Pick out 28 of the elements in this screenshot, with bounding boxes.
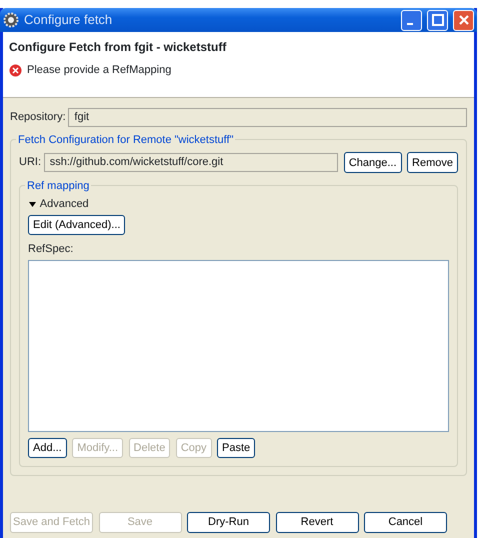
close-button[interactable] <box>453 10 474 30</box>
uri-field: ssh://github.com/wicketstuff/core.git <box>44 153 338 172</box>
minimize-icon <box>406 23 412 25</box>
window-title: Configure fetch <box>24 11 114 30</box>
maximize-icon <box>432 14 444 26</box>
repository-field: fgit <box>68 108 467 127</box>
button[interactable]: Add... <box>28 438 67 458</box>
gear-icon <box>3 12 19 28</box>
field-label: Repository: <box>10 110 66 126</box>
group-title: Fetch Configuration for Remote "wicketstuff" <box>16 132 236 148</box>
dialog-heading: Configure Fetch from fgit - wicketstuff <box>9 39 228 56</box>
minimize-button[interactable] <box>401 10 422 30</box>
button[interactable]: Remove <box>407 152 458 173</box>
button[interactable]: Paste <box>217 438 256 458</box>
field-label: URI: <box>19 155 41 170</box>
edit-button[interactable]: Edit (Advanced)... <box>28 215 126 236</box>
maximize-button[interactable] <box>427 10 448 30</box>
error-icon <box>9 64 22 77</box>
field-label: RefSpec: <box>28 242 74 257</box>
button[interactable]: Dry-Run <box>187 512 270 532</box>
group-title: Ref mapping <box>25 178 92 194</box>
button[interactable]: Change... <box>344 152 402 173</box>
error-message: Please provide a RefMapping <box>27 63 172 78</box>
close-icon <box>458 14 470 26</box>
section-toggle[interactable]: Advanced <box>40 196 89 212</box>
expanded-triangle-icon[interactable] <box>28 200 37 209</box>
button[interactable]: Cancel <box>364 512 447 532</box>
button[interactable]: Revert <box>276 512 358 532</box>
